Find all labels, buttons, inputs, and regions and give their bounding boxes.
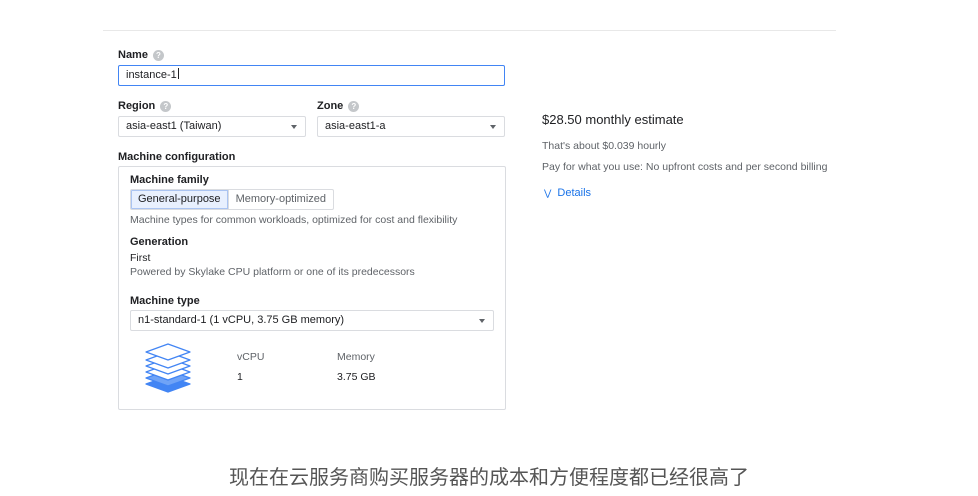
- machine-type-value: n1-standard-1 (1 vCPU, 3.75 GB memory): [138, 314, 345, 326]
- name-input[interactable]: instance-1: [118, 65, 505, 86]
- vcpu-header: vCPU: [237, 351, 265, 363]
- name-label-text: Name: [118, 49, 148, 61]
- dropdown-arrow-icon: [291, 125, 297, 129]
- name-input-value: instance-1: [126, 69, 177, 81]
- top-divider: [103, 30, 836, 31]
- hourly-estimate: That's about $0.039 hourly: [542, 140, 667, 152]
- billing-note: Pay for what you use: No upfront costs a…: [542, 161, 828, 173]
- memory-header: Memory: [337, 351, 375, 363]
- text-caret: [177, 68, 179, 79]
- machine-family-tabs: General-purpose Memory-optimized: [130, 189, 335, 210]
- help-icon[interactable]: ?: [160, 100, 172, 112]
- caption: 现在在云服务商购买服务器的成本和方便程度都已经很高了: [229, 465, 749, 489]
- machine-type-label: Machine type: [130, 295, 200, 307]
- generation-label: Generation: [130, 236, 189, 248]
- details-link-text: Details: [557, 187, 592, 199]
- zone-label: Zone ?: [317, 100, 360, 112]
- machine-family-label: Machine family: [130, 174, 209, 186]
- region-label: Region ?: [118, 100, 172, 112]
- memory-value: 3.75 GB: [337, 371, 376, 383]
- tab-general-purpose[interactable]: General-purpose: [131, 190, 229, 209]
- vcpu-value: 1: [237, 371, 243, 383]
- zone-select[interactable]: asia-east1-a: [317, 116, 505, 137]
- monthly-estimate: $28.50 monthly estimate: [542, 112, 684, 127]
- region-select[interactable]: asia-east1 (Taiwan): [118, 116, 306, 137]
- region-label-text: Region: [118, 100, 156, 112]
- machine-configuration-title: Machine configuration: [118, 151, 236, 163]
- stack-layers-icon: [145, 343, 191, 393]
- chevron-double-down-icon: ⋁: [544, 187, 552, 198]
- region-select-value: asia-east1 (Taiwan): [126, 120, 222, 132]
- machine-type-select[interactable]: n1-standard-1 (1 vCPU, 3.75 GB memory): [130, 310, 494, 331]
- details-link[interactable]: ⋁ Details: [544, 187, 591, 199]
- dropdown-arrow-icon: [479, 319, 485, 323]
- generation-value: First: [130, 252, 151, 264]
- tab-memory-optimized[interactable]: Memory-optimized: [229, 190, 333, 209]
- dropdown-arrow-icon: [490, 125, 496, 129]
- name-label: Name ?: [118, 49, 164, 61]
- help-icon[interactable]: ?: [152, 49, 164, 61]
- generation-description: Powered by Skylake CPU platform or one o…: [130, 266, 415, 278]
- help-icon[interactable]: ?: [348, 100, 360, 112]
- zone-label-text: Zone: [317, 100, 344, 112]
- machine-family-description: Machine types for common workloads, opti…: [130, 214, 458, 226]
- zone-select-value: asia-east1-a: [325, 120, 386, 132]
